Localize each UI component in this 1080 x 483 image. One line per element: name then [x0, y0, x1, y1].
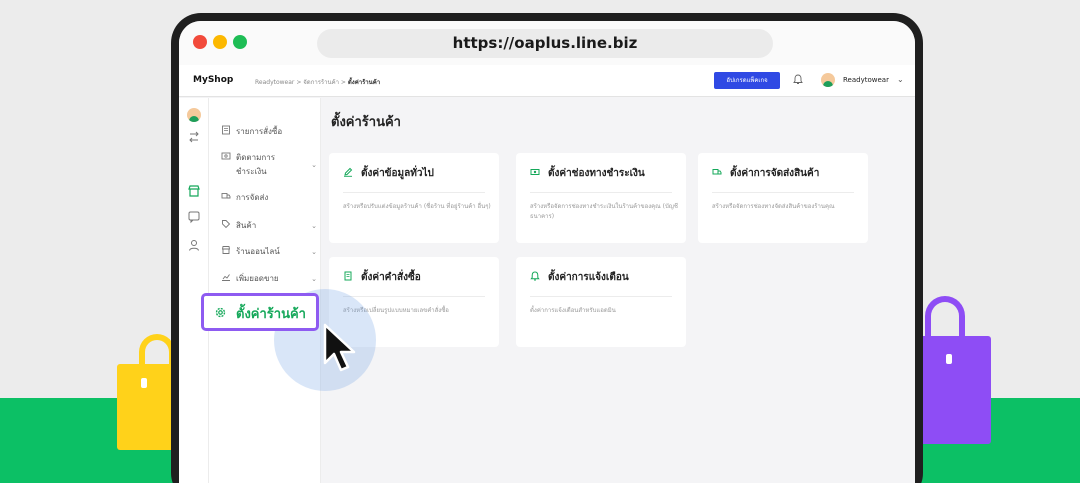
divider [530, 192, 672, 193]
sidebar-item-shipping[interactable]: การจัดส่ง [221, 191, 317, 205]
card-title: ตั้งค่าคำสั่งซื้อ [343, 270, 421, 285]
rail-avatar[interactable] [187, 108, 201, 122]
document-icon [344, 271, 352, 281]
divider [343, 192, 485, 193]
sidebar-item-store-settings[interactable]: ตั้งค่าร้านค้า [201, 293, 319, 331]
truck-icon [712, 169, 722, 175]
sidebar-item-label: เพิ่มยอดขาย [236, 274, 279, 283]
divider [530, 296, 672, 297]
sidebar-item-label-line2: ชำระเงิน [236, 167, 267, 176]
cash-icon [530, 169, 540, 175]
breadcrumb-current: ตั้งค่าร้านค้า [347, 79, 381, 86]
payment-icon [221, 152, 231, 160]
card-title: ตั้งค่าการจัดส่งสินค้า [712, 166, 819, 181]
switch-icon[interactable] [187, 130, 201, 144]
card-title-text: ตั้งค่าการจัดส่งสินค้า [730, 168, 820, 179]
sidebar-item-products[interactable]: สินค้า ⌄ [221, 219, 317, 233]
page-title: ตั้งค่าร้านค้า [331, 115, 401, 130]
card-description: สร้างหรือจัดการช่องทางจัดส่งสินค้าของร้า… [712, 203, 835, 210]
receipt-icon [222, 125, 230, 135]
maximize-window-button[interactable] [233, 35, 247, 49]
laptop-frame: https://oaplus.line.biz MyShop Readytowe… [171, 13, 923, 483]
mouse-cursor-icon [323, 323, 356, 372]
chart-icon [222, 274, 230, 281]
upgrade-button[interactable]: อัปเกรดแพ็คเกจ [714, 72, 780, 89]
chevron-down-icon[interactable]: ⌄ [897, 75, 904, 84]
divider [343, 296, 485, 297]
divider [712, 192, 854, 193]
bag-dot [946, 354, 952, 364]
sidebar-item-label: ร้านออนไลน์ [236, 247, 280, 256]
sidebar-item-label: รายการสั่งซื้อ [236, 127, 283, 136]
card-title: ตั้งค่าข้อมูลทั่วไป [343, 166, 434, 181]
close-window-button[interactable] [193, 35, 207, 49]
browser-chrome: https://oaplus.line.biz [179, 21, 915, 65]
shop-icon [221, 246, 231, 254]
sidebar: รายการสั่งซื้อ ติดตามการ ⌄ ชำระเงิน การจ… [209, 98, 321, 483]
pencil-icon [344, 167, 353, 177]
card-title-text: ตั้งค่าช่องทางชำระเงิน [548, 168, 645, 179]
bag-handle [139, 334, 175, 370]
user-avatar[interactable] [821, 73, 835, 87]
truck-icon [221, 193, 231, 199]
bag-dot [141, 378, 147, 388]
breadcrumb-separator: > [296, 79, 302, 86]
chevron-down-icon: ⌄ [311, 222, 317, 230]
app-header: MyShop Readytowear > จัดการร้านค้า > ตั้… [179, 65, 915, 97]
breadcrumb: Readytowear > จัดการร้านค้า > ตั้งค่าร้า… [255, 77, 380, 87]
card-title: ตั้งค่าช่องทางชำระเงิน [530, 166, 645, 181]
card-payment-settings[interactable]: ตั้งค่าช่องทางชำระเงิน สร้างหรือจัดการช่… [516, 153, 686, 243]
sidebar-item-payment-tracking[interactable]: ติดตามการ ⌄ ชำระเงิน [221, 151, 317, 179]
card-description: สร้างหรือปรับแต่งข้อมูลร้านค้า (ชื่อร้าน… [343, 203, 491, 210]
card-general-settings[interactable]: ตั้งค่าข้อมูลทั่วไป สร้างหรือปรับแต่งข้อ… [329, 153, 499, 243]
laptop-screen: https://oaplus.line.biz MyShop Readytowe… [179, 21, 915, 483]
chat-icon[interactable] [187, 210, 201, 224]
sidebar-item-online-store[interactable]: ร้านออนไลน์ ⌄ [221, 245, 317, 259]
user-name[interactable]: Readytowear [843, 76, 889, 84]
breadcrumb-separator: > [340, 79, 346, 86]
chevron-down-icon: ⌄ [311, 275, 317, 283]
card-shipping-settings[interactable]: ตั้งค่าการจัดส่งสินค้า สร้างหรือจัดการช่… [698, 153, 868, 243]
card-title-text: ตั้งค่าการแจ้งเตือน [548, 272, 629, 283]
store-icon[interactable] [187, 184, 201, 198]
bag-handle [925, 296, 965, 342]
card-title-text: ตั้งค่าข้อมูลทั่วไป [361, 168, 434, 179]
bell-icon [530, 271, 540, 281]
bell-icon[interactable] [793, 74, 803, 85]
card-description: ตั้งค่าการแจ้งเตือนสำหรับแอดมิน [530, 307, 616, 314]
chevron-down-icon: ⌄ [311, 248, 317, 256]
address-bar[interactable]: https://oaplus.line.biz [317, 29, 773, 58]
card-title-text: ตั้งค่าคำสั่งซื้อ [361, 272, 421, 283]
sidebar-item-label: ติดตามการ [236, 153, 275, 162]
user-icon[interactable] [187, 238, 201, 252]
breadcrumb-root[interactable]: Readytowear [255, 79, 294, 86]
sidebar-item-label: การจัดส่ง [236, 193, 269, 202]
shopping-bag-purple [917, 296, 991, 444]
gear-icon [215, 307, 226, 318]
shop-name: MyShop [193, 75, 234, 85]
breadcrumb-middle[interactable]: จัดการร้านค้า [303, 79, 339, 86]
card-notification-settings[interactable]: ตั้งค่าการแจ้งเตือน ตั้งค่าการแจ้งเตือนส… [516, 257, 686, 347]
chevron-down-icon: ⌄ [311, 161, 317, 169]
card-description: สร้างหรือจัดการช่องทางชำระเงินในร้านค้าข… [530, 203, 678, 220]
card-title: ตั้งค่าการแจ้งเตือน [530, 270, 629, 285]
icon-rail [179, 98, 209, 483]
sidebar-item-label: สินค้า [236, 221, 257, 230]
tag-icon [222, 220, 231, 229]
sidebar-item-boost-sales[interactable]: เพิ่มยอดขาย ⌄ [221, 272, 317, 286]
sidebar-item-label: ตั้งค่าร้านค้า [236, 307, 306, 322]
sidebar-item-orders[interactable]: รายการสั่งซื้อ [221, 125, 317, 139]
minimize-window-button[interactable] [213, 35, 227, 49]
